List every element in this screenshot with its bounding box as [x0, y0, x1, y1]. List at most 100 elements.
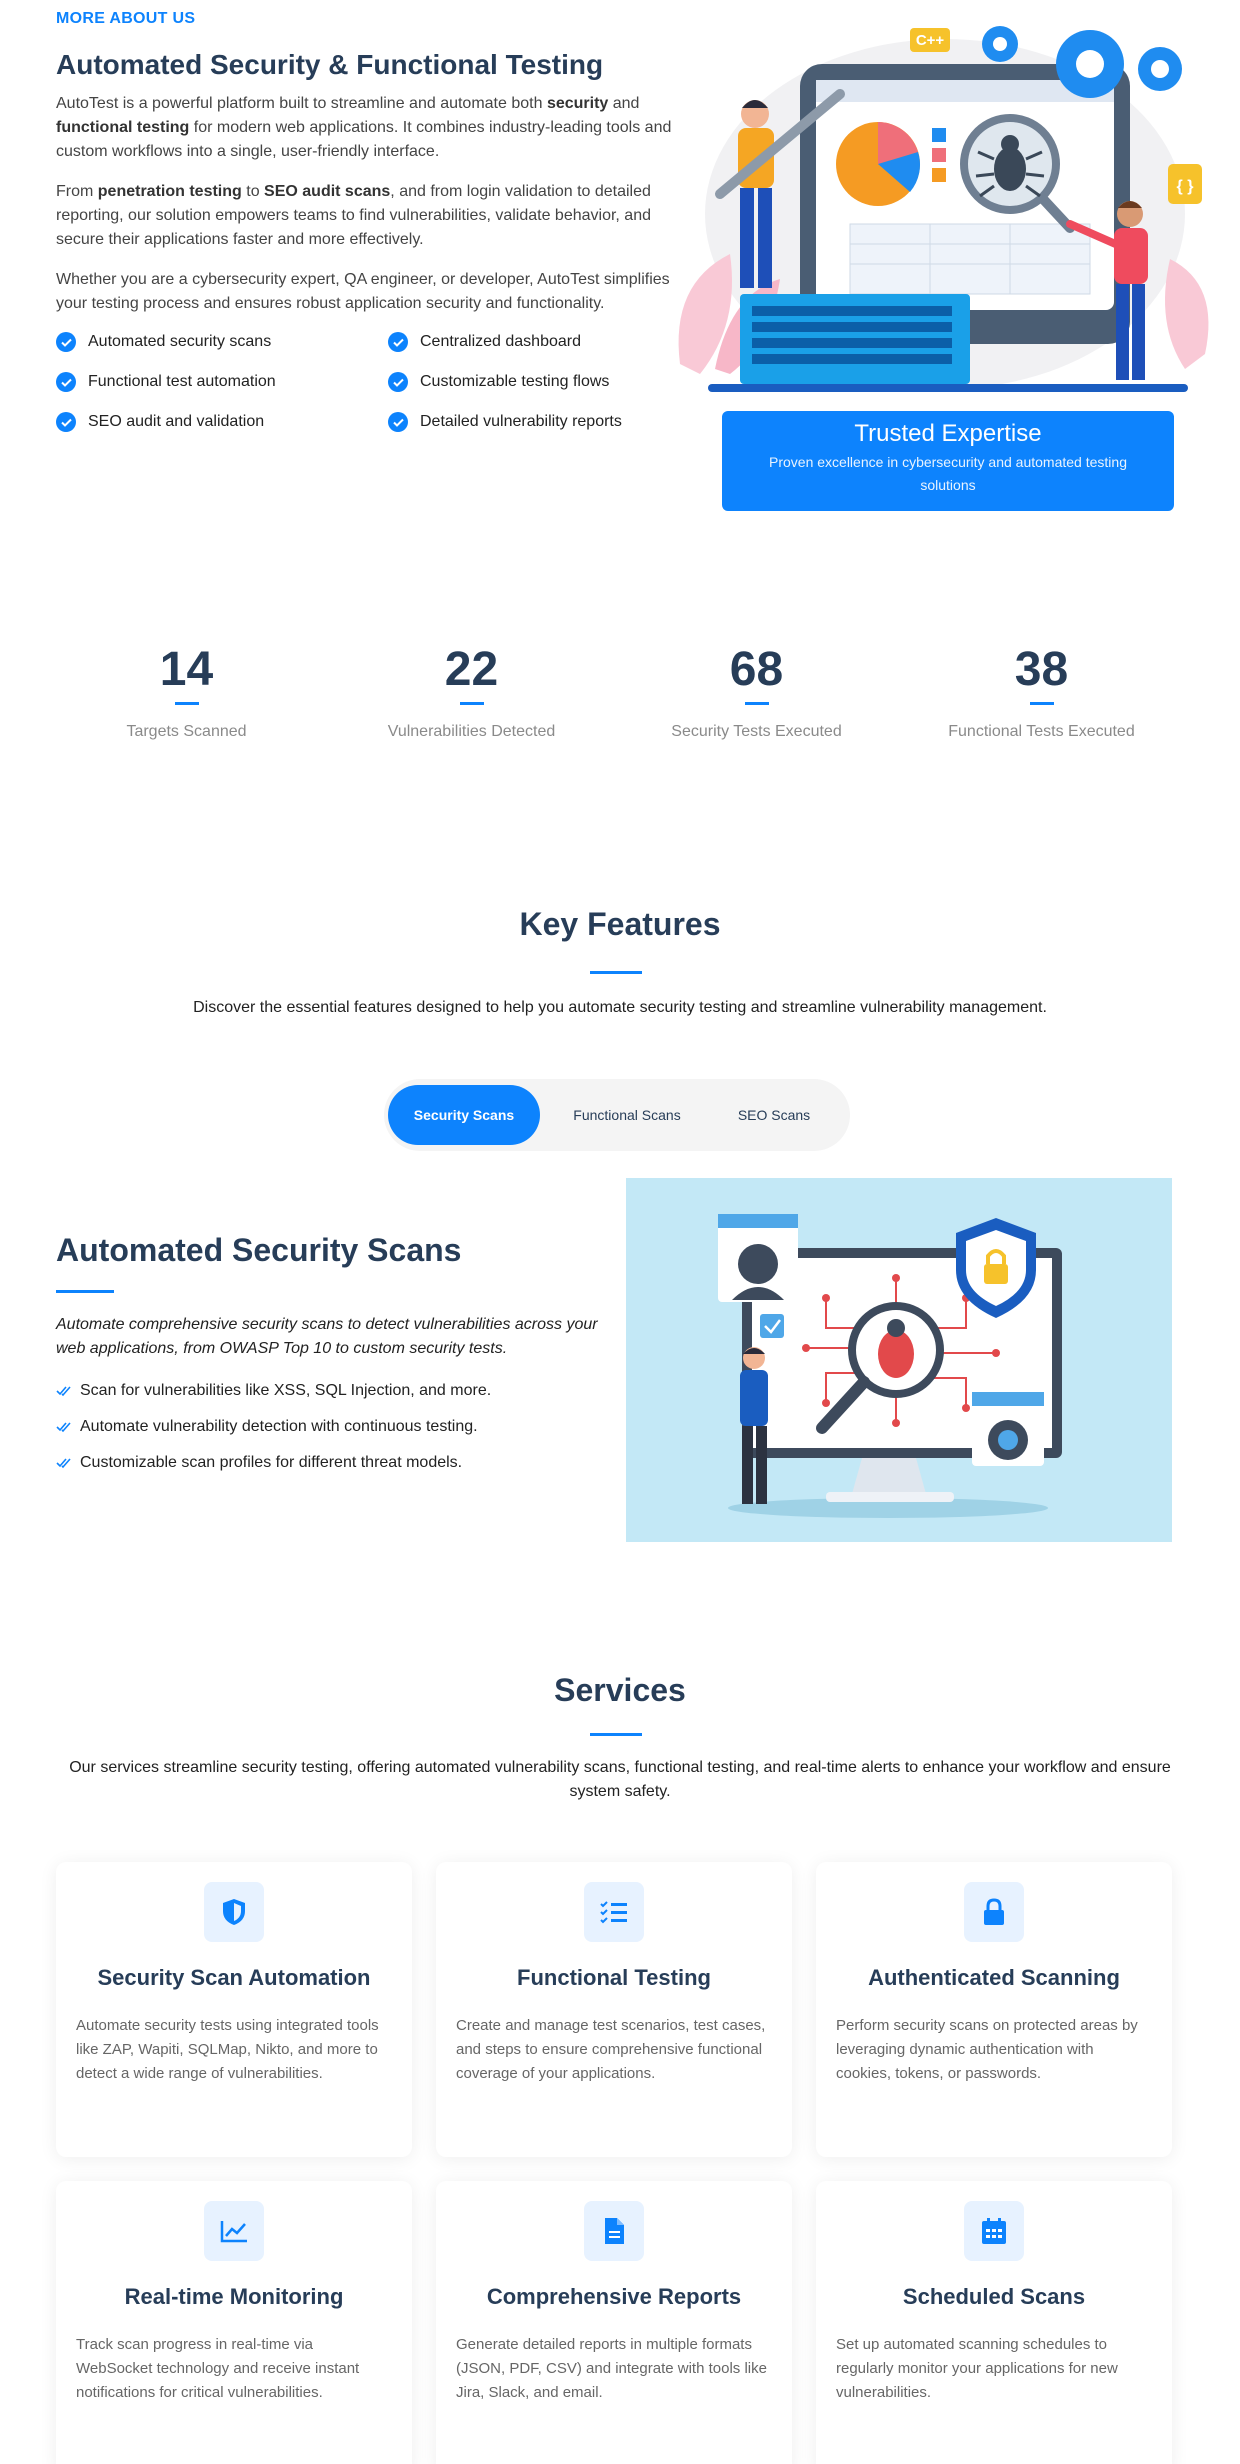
service-card-description: Generate detailed reports in multiple fo… [456, 2336, 767, 2401]
services-description: Our services streamline security testing… [69, 1759, 1171, 1800]
service-card-title: Security Scan Automation [97, 1965, 371, 1990]
stat-value: 14 [159, 643, 214, 696]
feature-panel-title: Automated Security Scans [56, 1232, 462, 1268]
text-run: and [608, 95, 640, 112]
service-card-title: Scheduled Scans [902, 2284, 1086, 2309]
list-item-label: Automate vulnerability detection with co… [80, 1418, 478, 1435]
stat-item: 14 Targets Scanned [44, 640, 329, 760]
check-circle-icon [388, 372, 408, 392]
about-paragraph-3: Whether you are a cybersecurity expert, … [56, 271, 670, 312]
legend-swatch [932, 168, 946, 182]
list-check-icon [584, 1882, 644, 1942]
checklist-item: Customizable testing flows [388, 370, 688, 394]
double-check-icon [56, 1458, 71, 1469]
stat-label: Functional Tests Executed [948, 723, 1135, 740]
services-title-underline [590, 1733, 642, 1736]
text-run: AutoTest is a powerful platform built to… [56, 95, 547, 112]
check-circle-icon [388, 332, 408, 352]
checkbox-icon [760, 1314, 784, 1338]
person-legs [742, 1426, 753, 1504]
features-title-underline [590, 971, 642, 974]
check-circle-icon [56, 332, 76, 352]
tab-functional-scans[interactable]: Functional Scans [540, 1085, 714, 1145]
checklist-label: SEO audit and validation [88, 413, 265, 430]
double-check-icon [56, 1422, 71, 1433]
shield-icon [204, 1882, 264, 1942]
features-title: Key Features [519, 906, 721, 942]
check-circle-icon [388, 412, 408, 432]
legend-swatch [932, 148, 946, 162]
about-paragraph-1: AutoTest is a powerful platform built to… [56, 92, 696, 164]
service-card-title: Real-time Monitoring [124, 2284, 344, 2309]
about-title: Automated Security & Functional Testing [56, 49, 604, 80]
feature-title-underline [56, 1290, 114, 1293]
checklist-item: SEO audit and validation [56, 410, 388, 434]
checklist-label: Detailed vulnerability reports [420, 413, 622, 430]
security-scan-illustration-box [626, 1178, 1172, 1542]
desk-line [708, 384, 1188, 392]
services-grid: Security Scan Automation Automate securi… [56, 1862, 1172, 2464]
service-card-title: Comprehensive Reports [486, 2284, 742, 2309]
feature-panel-text: Automated Security Scans Automate compre… [56, 1230, 616, 1489]
stat-underline [459, 702, 484, 705]
trusted-title: Trusted Expertise [854, 420, 1042, 447]
monitor-stand [852, 1458, 926, 1494]
stat-underline [744, 702, 769, 705]
list-item-label: Scan for vulnerabilities like XSS, SQL I… [80, 1382, 492, 1399]
bold-run: functional testing [56, 119, 190, 136]
leaf-right [1165, 259, 1209, 369]
service-card-title: Functional Testing [517, 1965, 711, 1990]
stat-item: 38 Functional Tests Executed [899, 640, 1184, 760]
chart-line-icon [204, 2201, 264, 2261]
trusted-subtitle: Proven excellence in cybersecurity and a… [769, 454, 1127, 493]
service-card-description: Automate security tests using integrated… [76, 2017, 379, 2082]
service-card: Authenticated Scanning Perform security … [816, 1862, 1172, 2157]
bold-run: penetration testing [97, 183, 242, 200]
document-icon [584, 2201, 644, 2261]
checklist-item: Automated security scans [56, 330, 388, 354]
about-section: MORE ABOUT US Automated Security & Funct… [0, 0, 1240, 540]
list-item: Customizable scan profiles for different… [56, 1453, 616, 1473]
bug-icon [994, 147, 1026, 191]
stats-section: 14 Targets Scanned 22 Vulnerabilities De… [44, 640, 1184, 760]
check-circle-icon [56, 412, 76, 432]
calendar-icon [964, 2201, 1024, 2261]
stat-label: Security Tests Executed [671, 723, 842, 740]
person-jacket [740, 1370, 768, 1426]
legend-swatch [932, 128, 946, 142]
testing-team-illustration: C++ { } [678, 26, 1209, 392]
service-card-description: Track scan progress in real-time via Web… [76, 2336, 360, 2401]
checklist-item: Functional test automation [56, 370, 388, 394]
services-title: Services [554, 1672, 686, 1708]
tab-security-scans[interactable]: Security Scans [388, 1085, 540, 1145]
service-card-description: Perform security scans on protected area… [836, 2017, 1138, 2082]
feature-panel-list: Scan for vulnerabilities like XSS, SQL I… [56, 1381, 616, 1473]
service-card: Scheduled Scans Set up automated scannin… [816, 2181, 1172, 2464]
checklist-label: Automated security scans [88, 333, 272, 350]
person-right-shirt [1114, 228, 1148, 284]
stat-item: 68 Security Tests Executed [614, 640, 899, 760]
screen-table [849, 223, 1091, 295]
checklist-item: Centralized dashboard [388, 330, 688, 354]
service-card-description: Create and manage test scenarios, test c… [456, 2017, 766, 2082]
person-left-legs [740, 188, 754, 288]
bug-icon [878, 1330, 914, 1378]
lock-icon [964, 1882, 1024, 1942]
list-item: Automate vulnerability detection with co… [56, 1417, 616, 1437]
person-right-legs [1116, 284, 1129, 380]
cpp-badge-label: C++ [916, 32, 945, 49]
code-braces-label: { } [1177, 178, 1194, 195]
text-run: to [241, 183, 265, 200]
about-text: MORE ABOUT US Automated Security & Funct… [56, 10, 696, 434]
stat-item: 22 Vulnerabilities Detected [329, 640, 614, 760]
service-card-title: Authenticated Scanning [868, 1965, 1120, 1990]
checklist-label: Centralized dashboard [420, 333, 581, 350]
stat-value: 22 [444, 643, 499, 696]
about-paragraph-2: From penetration testing to SEO audit sc… [56, 180, 696, 252]
section-eyebrow: MORE ABOUT US [56, 10, 196, 27]
stat-label: Vulnerabilities Detected [387, 723, 556, 740]
service-card: Comprehensive Reports Generate detailed … [436, 2181, 792, 2464]
bold-run: security [546, 95, 609, 112]
stat-underline [1029, 702, 1054, 705]
tab-seo-scans[interactable]: SEO Scans [714, 1085, 834, 1145]
